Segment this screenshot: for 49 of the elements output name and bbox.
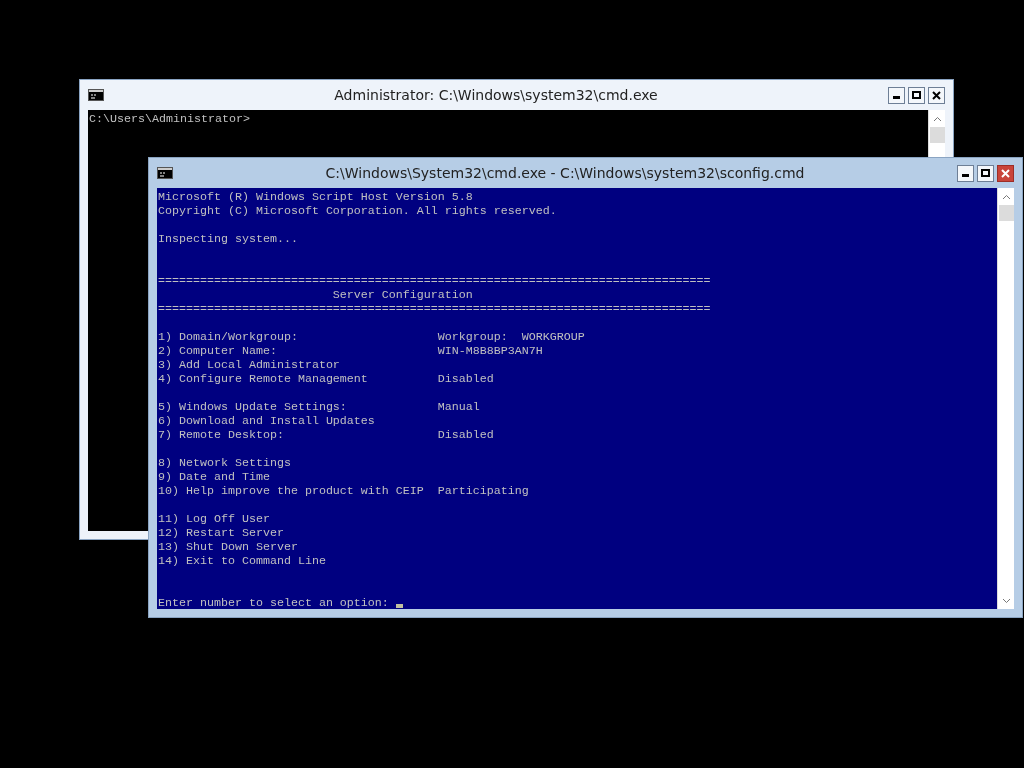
close-icon	[932, 90, 941, 100]
close-button[interactable]	[928, 86, 945, 104]
menu-option: 8) Network Settings	[158, 456, 291, 470]
scroll-up-icon[interactable]	[933, 115, 942, 122]
console-icon[interactable]	[88, 89, 104, 101]
console-heading: Server Configuration	[332, 288, 473, 302]
menu-option: 6) Download and Install Updates	[158, 414, 375, 428]
input-prompt: Enter number to select an option:	[158, 596, 389, 609]
menu-option: 2) Computer Name:	[158, 344, 277, 358]
option-value: Disabled	[437, 428, 494, 442]
menu-option: 10) Help improve the product with CEIP	[158, 484, 424, 498]
text-cursor	[395, 604, 403, 608]
maximize-icon	[912, 90, 921, 100]
console-line: C:\Users\Administrator>	[89, 112, 250, 126]
separator-line: ===============================================================================	[158, 302, 711, 316]
separator-line: ===============================================================================	[158, 274, 711, 288]
window-title: Administrator: C:\Windows\system32\cmd.exe	[333, 85, 659, 105]
menu-option: 9) Date and Time	[158, 470, 270, 484]
option-value: Workgroup: WORKGROUP	[437, 330, 585, 344]
console-line: Microsoft (R) Windows Script Host Version 5.8	[158, 190, 473, 204]
window-title: C:\Windows\System32\cmd.exe - C:\Windows\system32\sconfig.cmd	[324, 163, 806, 183]
scrollbar[interactable]	[997, 188, 1014, 609]
menu-option: 3) Add Local Administrator	[158, 358, 340, 372]
menu-option: 5) Windows Update Settings:	[158, 400, 347, 414]
menu-option: 11) Log Off User	[158, 512, 270, 526]
menu-option: 12) Restart Server	[158, 526, 284, 540]
scroll-thumb[interactable]	[999, 205, 1014, 221]
scroll-down-icon[interactable]	[1002, 597, 1011, 604]
menu-option: 14) Exit to Command Line	[158, 554, 326, 568]
minimize-button[interactable]	[888, 86, 905, 104]
console-line: Inspecting system...	[158, 232, 298, 246]
menu-option: 4) Configure Remote Management	[158, 372, 368, 386]
console-icon[interactable]	[157, 167, 173, 179]
minimize-button[interactable]	[957, 164, 974, 182]
scroll-thumb[interactable]	[930, 127, 945, 143]
maximize-icon	[981, 168, 990, 178]
option-value: WIN-M8B8BP3AN7H	[437, 344, 543, 358]
menu-option: 7) Remote Desktop:	[158, 428, 284, 442]
scroll-up-icon[interactable]	[1002, 193, 1011, 200]
menu-option: 1) Domain/Workgroup:	[158, 330, 298, 344]
maximize-button[interactable]	[908, 86, 925, 104]
close-button[interactable]	[997, 164, 1014, 182]
option-value: Manual	[437, 400, 480, 414]
maximize-button[interactable]	[977, 164, 994, 182]
console-line: Copyright (C) Microsoft Corporation. All rights reserved.	[158, 204, 557, 218]
close-icon	[1001, 168, 1010, 178]
menu-option: 13) Shut Down Server	[158, 540, 298, 554]
option-value: Participating	[437, 484, 529, 498]
option-value: Disabled	[437, 372, 494, 386]
